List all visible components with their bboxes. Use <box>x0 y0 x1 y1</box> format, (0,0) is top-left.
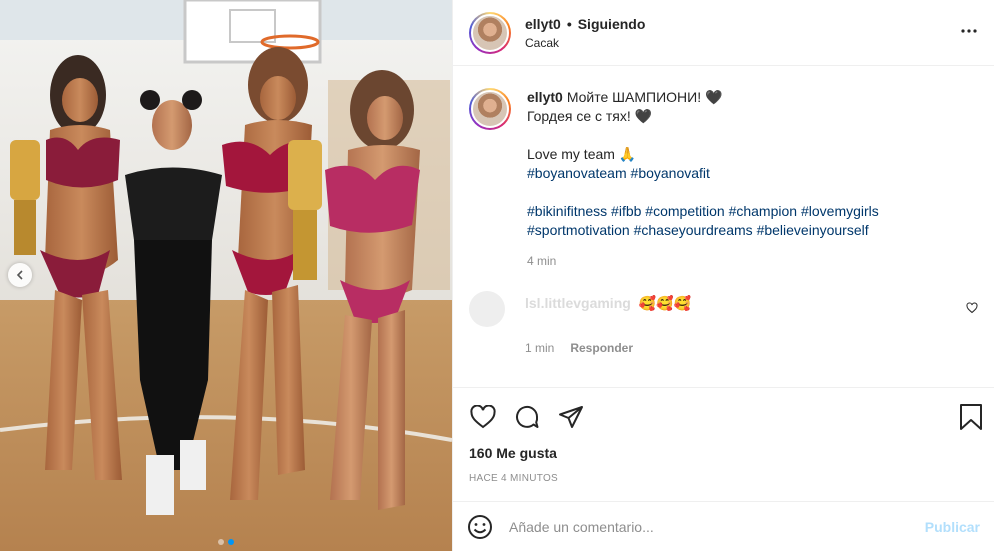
carousel-indicator <box>0 539 452 545</box>
hashtag-link[interactable]: #believeinyourself <box>757 222 869 238</box>
carousel-dot-active <box>228 539 234 545</box>
author-avatar[interactable] <box>469 11 511 54</box>
bookmark-icon[interactable] <box>958 403 984 434</box>
author-username[interactable]: ellyt0 <box>525 16 561 32</box>
comment-meta: 1 min Responder <box>525 341 978 355</box>
caption-avatar[interactable] <box>469 88 511 130</box>
comment-input[interactable] <box>509 518 925 535</box>
following-button[interactable]: Siguiendo <box>578 16 646 32</box>
caption-line-2: Гордея се с тях! 🖤 <box>527 108 653 124</box>
comment-icon[interactable] <box>513 403 541 431</box>
comment-item: lsl.littlevgaming 🥰🥰🥰 <box>469 291 978 327</box>
hashtag-link[interactable]: #competition <box>645 203 724 219</box>
add-comment-bar: Publicar <box>453 501 994 551</box>
hashtag-link[interactable]: #bikinifitness <box>527 203 607 219</box>
caption-line-3: Love my team 🙏 <box>527 146 637 162</box>
hashtag-link[interactable]: #boyanovafit <box>631 165 710 181</box>
commenter-username[interactable]: lsl.littlevgaming <box>525 295 631 311</box>
hashtag-link[interactable]: #champion <box>729 203 798 219</box>
hashtag-link[interactable]: #ifbb <box>611 203 641 219</box>
hashtag-link[interactable]: #sportmotivation <box>527 222 630 238</box>
photo-illustration <box>0 0 452 551</box>
likes-count[interactable]: 160 Me gusta <box>453 445 994 465</box>
action-bar <box>453 387 994 445</box>
comments-section: ellyt0 Мойте ШАМПИОНИ! 🖤 Гордея се с тях!… <box>453 66 994 387</box>
hashtag-link[interactable]: #boyanovateam <box>527 165 627 181</box>
caption-time[interactable]: 4 min <box>527 252 967 271</box>
publish-button[interactable]: Publicar <box>925 519 980 535</box>
comment-text: 🥰🥰🥰 <box>638 295 691 311</box>
post-photo[interactable] <box>0 0 452 551</box>
carousel-prev-button[interactable] <box>8 263 32 287</box>
chevron-left-icon <box>16 270 23 280</box>
reply-button[interactable]: Responder <box>570 341 633 355</box>
hashtag-link[interactable]: #lovemygirls <box>801 203 879 219</box>
post-header: ellyt0 • Siguiendo Cacak <box>453 0 994 66</box>
comment-time[interactable]: 1 min <box>525 341 554 355</box>
hashtag-link[interactable]: #chaseyourdreams <box>634 222 753 238</box>
post-caption: ellyt0 Мойте ШАМПИОНИ! 🖤 Гордея се с тях!… <box>469 88 978 271</box>
hashtags-row-1: #boyanovateam #boyanovafit <box>527 164 967 183</box>
send-icon[interactable] <box>557 403 585 431</box>
post-modal: ellyt0 • Siguiendo Cacak ellyt0 Мойте ШАМ… <box>0 0 994 551</box>
comment-like-heart-icon[interactable] <box>966 301 978 317</box>
hashtags-row-2: #bikinifitness #ifbb #competition #champ… <box>527 202 967 221</box>
post-side-panel: ellyt0 • Siguiendo Cacak ellyt0 Мойте ШАМ… <box>452 0 994 551</box>
hashtags-row-3: #sportmotivation #chaseyourdreams #belie… <box>527 221 967 240</box>
caption-line-1: Мойте ШАМПИОНИ! 🖤 <box>566 89 723 105</box>
heart-icon[interactable] <box>469 403 497 431</box>
posted-time[interactable]: HACE 4 MINUTOS <box>453 473 994 501</box>
emoji-icon[interactable] <box>467 514 493 540</box>
more-options-icon[interactable] <box>960 20 978 36</box>
separator: • <box>566 15 572 32</box>
commenter-avatar[interactable] <box>469 291 505 327</box>
post-location[interactable]: Cacak <box>525 36 645 50</box>
carousel-dot <box>218 539 224 545</box>
caption-username[interactable]: ellyt0 <box>527 89 563 105</box>
